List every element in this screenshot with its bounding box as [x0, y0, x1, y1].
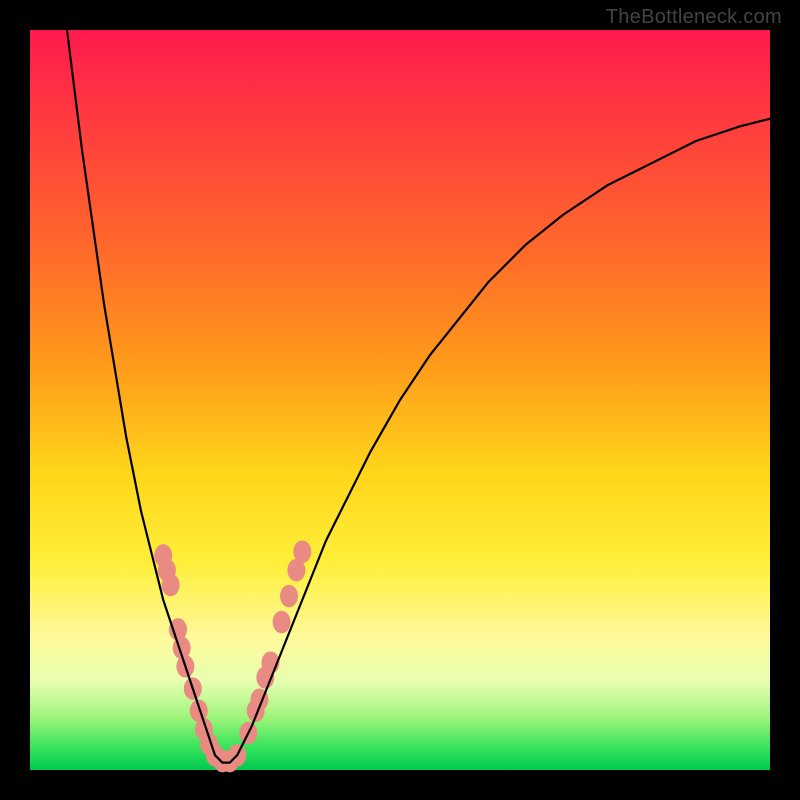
- watermark-text: TheBottleneck.com: [606, 6, 782, 29]
- marker-dot: [280, 585, 298, 608]
- curve-right-curve: [237, 119, 770, 755]
- line-layer: [67, 30, 770, 763]
- marker-layer: [154, 540, 311, 772]
- chart-frame: TheBottleneck.com: [0, 0, 800, 800]
- plot-area: [30, 30, 770, 770]
- marker-dot: [162, 574, 180, 597]
- curve-svg: [30, 30, 770, 770]
- curve-left-curve: [67, 30, 215, 755]
- marker-dot: [293, 540, 311, 563]
- marker-dot: [273, 611, 291, 634]
